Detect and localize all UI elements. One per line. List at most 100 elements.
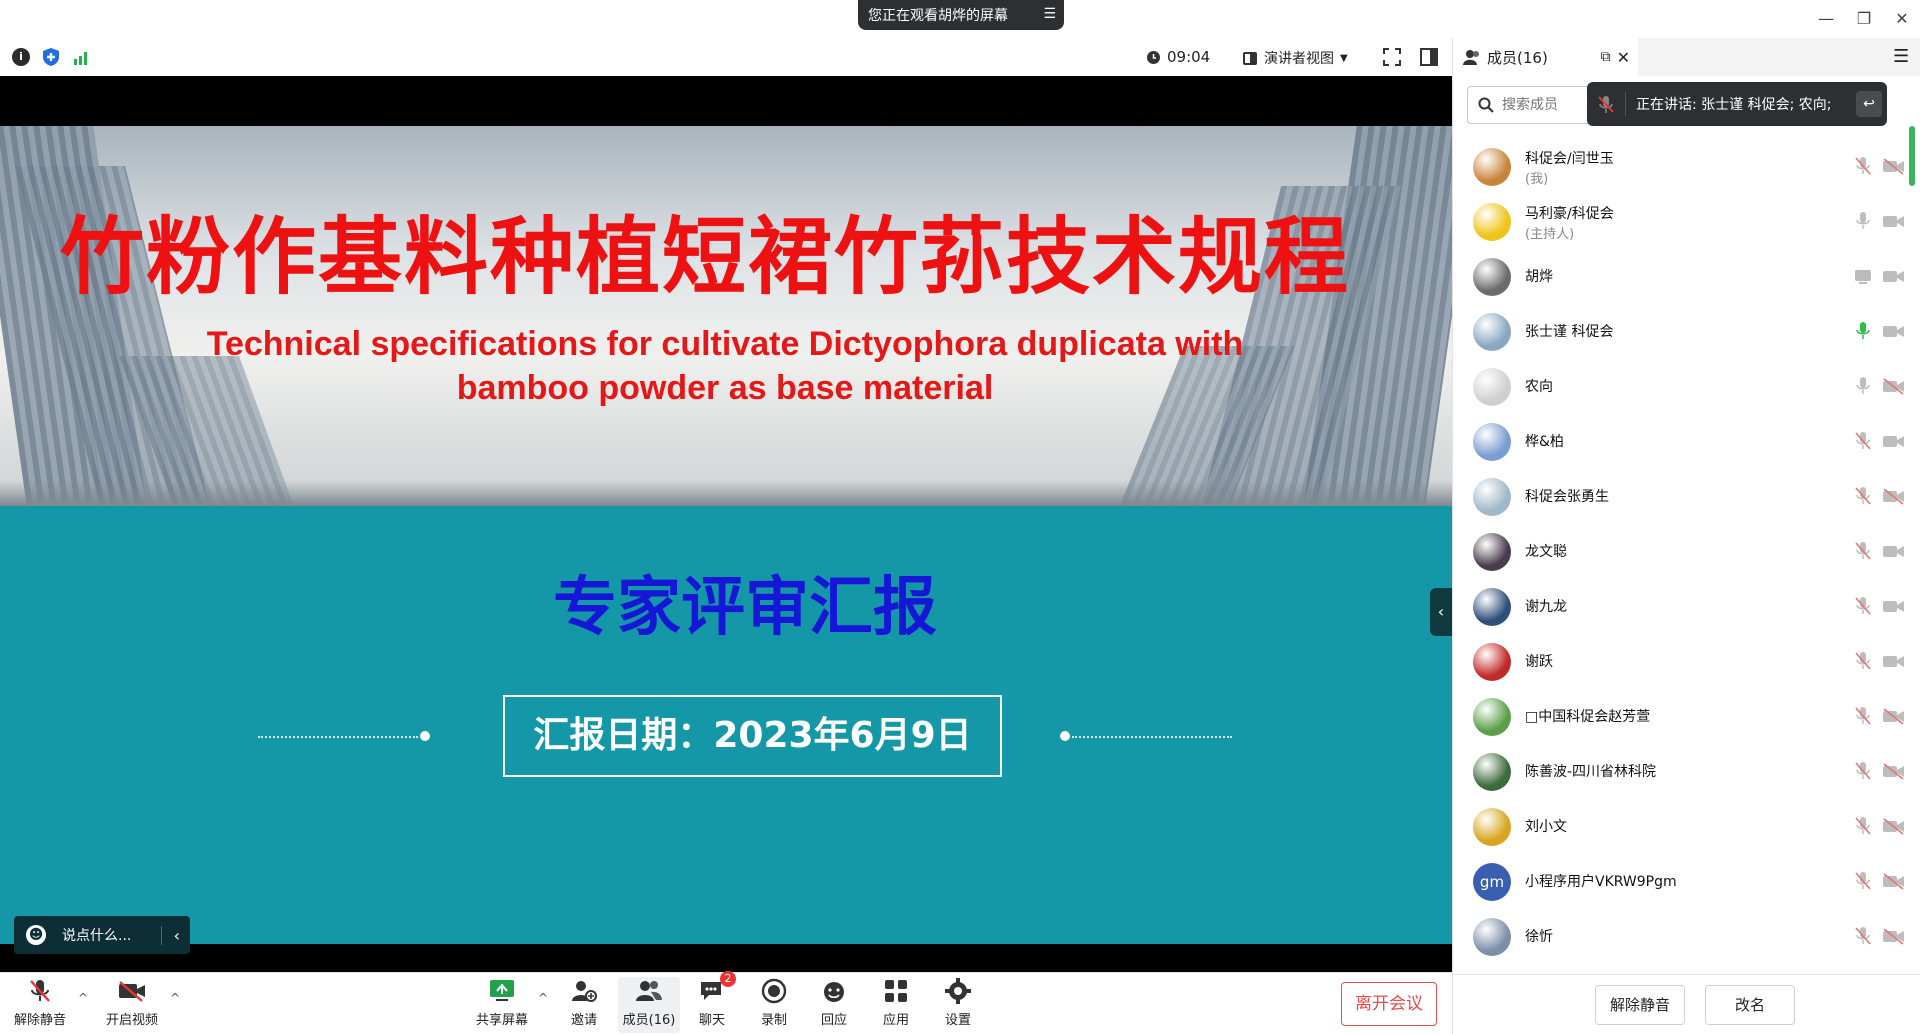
collapse-chat-icon[interactable]: ‹ (160, 925, 180, 945)
record-button[interactable]: 录制 (742, 977, 806, 1033)
member-role: (主持人) (1525, 227, 1575, 242)
slide-report-title: 专家评审汇报 (553, 570, 937, 645)
close-window-icon[interactable]: ✕ (1888, 6, 1916, 32)
video-icon[interactable] (1882, 266, 1906, 286)
muted-mic-icon[interactable] (1853, 541, 1873, 561)
muted-mic-icon[interactable] (1853, 156, 1873, 176)
share-options-caret[interactable]: ^ (538, 991, 548, 1005)
collapse-panel-handle[interactable]: ‹ (1430, 588, 1452, 636)
muted-mic-icon[interactable] (1853, 816, 1873, 836)
member-row[interactable]: 胡烨 (1453, 248, 1920, 303)
video-off-icon[interactable] (1882, 926, 1906, 946)
member-row[interactable]: 陈善波-四川省林科院 (1453, 743, 1920, 798)
member-name: 小程序用户VKRW9Pgm (1525, 874, 1677, 890)
banner-menu-icon[interactable]: ☰ (1043, 6, 1056, 22)
muted-mic-icon[interactable] (1853, 926, 1873, 946)
member-row[interactable]: gm 小程序用户VKRW9Pgm (1453, 853, 1920, 908)
member-row[interactable]: 谢跃 (1453, 633, 1920, 688)
muted-mic-icon[interactable] (1853, 871, 1873, 891)
avatar (1473, 753, 1511, 791)
members-tab[interactable]: 成员(16) ⧉ ✕ (1453, 38, 1638, 76)
video-icon[interactable] (1882, 596, 1906, 616)
shared-screen-area: 竹粉作基料种植短裙竹荪技术规程 Technical specifications… (0, 76, 1452, 972)
start-video-button[interactable]: 开启视频 (100, 977, 164, 1033)
member-row[interactable]: 徐忻 (1453, 908, 1920, 963)
signal-strength-icon[interactable] (73, 49, 91, 65)
member-row[interactable]: 马利豪/科促会 (主持人) (1453, 193, 1920, 248)
video-options-caret[interactable]: ^ (170, 991, 180, 1005)
member-name: 农向 (1525, 379, 1553, 395)
members-icon (635, 977, 663, 1005)
unmute-all-button[interactable]: 解除静音 (1595, 985, 1685, 1025)
video-icon[interactable] (1882, 541, 1906, 561)
leave-meeting-button[interactable]: 离开会议 (1341, 982, 1437, 1026)
record-label: 录制 (760, 1013, 787, 1028)
muted-mic-icon[interactable] (1853, 431, 1873, 451)
video-off-icon[interactable] (1882, 761, 1906, 781)
chat-icon: 2 (698, 971, 736, 1005)
muted-mic-icon[interactable] (1853, 706, 1873, 726)
invite-button[interactable]: 邀请 (552, 977, 616, 1033)
rename-button[interactable]: 改名 (1705, 985, 1795, 1025)
member-row[interactable]: 谢九龙 (1453, 578, 1920, 633)
panel-menu-icon[interactable]: ☰ (1893, 46, 1909, 67)
member-row[interactable]: 桦&柏 (1453, 413, 1920, 468)
share-screen-button[interactable]: 共享屏幕 (470, 977, 534, 1033)
unmute-button[interactable]: 解除静音 (8, 977, 72, 1033)
fullscreen-icon[interactable] (1383, 48, 1401, 66)
muted-mic-icon[interactable] (1853, 761, 1873, 781)
video-off-icon[interactable] (1882, 816, 1906, 836)
quick-chat-input[interactable]: ☻ 说点什么... ‹ (14, 916, 190, 954)
screen-share-icon[interactable] (1853, 266, 1873, 286)
chat-button[interactable]: 2 聊天 (680, 971, 744, 1033)
video-off-icon[interactable] (1882, 706, 1906, 726)
collapse-speaking-icon[interactable]: ↩ (1856, 91, 1882, 117)
video-off-icon[interactable] (1882, 376, 1906, 396)
member-row[interactable]: 刘小文 (1453, 798, 1920, 853)
member-name: 龙文聪 (1525, 544, 1567, 560)
muted-mic-icon[interactable] (1853, 651, 1873, 671)
member-row[interactable]: 农向 (1453, 358, 1920, 413)
mic-icon[interactable] (1853, 321, 1873, 341)
emoji-icon[interactable]: ☻ (26, 925, 46, 945)
video-off-icon[interactable] (1882, 486, 1906, 506)
chat-unread-badge: 2 (720, 971, 736, 987)
security-shield-icon[interactable] (42, 47, 60, 67)
share-status-banner[interactable]: 您正在观看胡烨的屏幕 ☰ (858, 0, 1064, 30)
muted-mic-icon[interactable] (1853, 596, 1873, 616)
video-icon[interactable] (1882, 211, 1906, 231)
mic-icon[interactable] (1853, 211, 1873, 231)
muted-mic-icon[interactable] (1853, 486, 1873, 506)
member-row[interactable]: 科促会/闫世玉 (我) (1453, 138, 1920, 193)
video-off-icon[interactable] (1882, 156, 1906, 176)
settings-button[interactable]: 设置 (926, 977, 990, 1033)
video-icon[interactable] (1882, 651, 1906, 671)
popout-icon[interactable]: ⧉ (1601, 49, 1611, 65)
mic-icon[interactable] (1853, 376, 1873, 396)
member-name: 科促会/闫世玉 (1525, 151, 1614, 167)
info-icon[interactable]: i (12, 48, 30, 66)
avatar (1473, 533, 1511, 571)
view-mode-dropdown[interactable]: 演讲者视图 ▼ (1242, 48, 1348, 68)
video-icon[interactable] (1882, 321, 1906, 341)
member-row[interactable]: 张士谨 科促会 (1453, 303, 1920, 358)
video-off-icon[interactable] (1882, 871, 1906, 891)
member-name: 陈善波-四川省林科院 (1525, 764, 1657, 780)
member-row[interactable]: □中国科促会赵芳萱 (1453, 688, 1920, 743)
members-button[interactable]: 成员(16) (618, 977, 680, 1033)
quick-chat-placeholder[interactable]: 说点什么... (62, 925, 131, 945)
member-row[interactable]: 龙文聪 (1453, 523, 1920, 578)
slide-title-english: Technical specifications for cultivate D… (150, 322, 1300, 410)
avatar (1473, 368, 1511, 406)
sidebar-toggle-icon[interactable] (1420, 48, 1438, 66)
video-icon[interactable] (1882, 431, 1906, 451)
restore-icon[interactable]: ❐ (1850, 6, 1878, 32)
member-list-scrollbar[interactable] (1909, 126, 1915, 186)
close-panel-icon[interactable]: ✕ (1617, 48, 1630, 67)
member-row[interactable]: 科促会张勇生 (1453, 468, 1920, 523)
audio-options-caret[interactable]: ^ (78, 991, 88, 1005)
slide-city-banner (0, 126, 1452, 506)
apps-button[interactable]: 应用 (864, 977, 928, 1033)
minimize-icon[interactable]: — (1812, 6, 1840, 32)
reaction-button[interactable]: 回应 (802, 977, 866, 1033)
